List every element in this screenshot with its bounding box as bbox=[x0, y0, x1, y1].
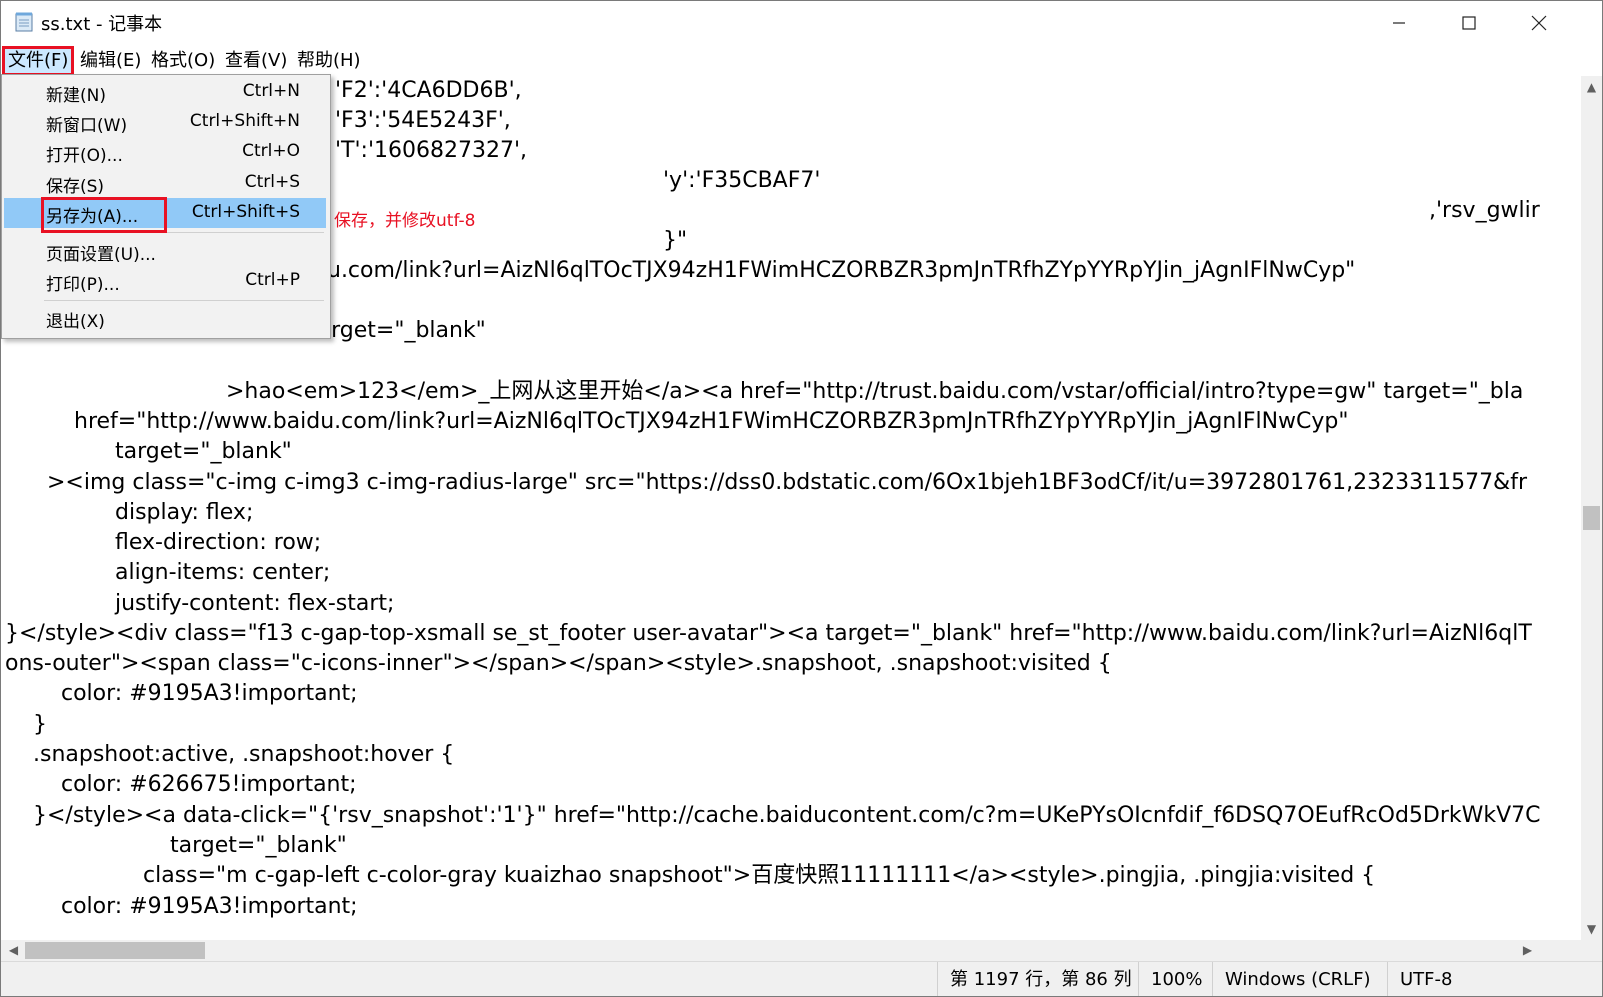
editor-line: justify-content: flex-start; bbox=[115, 591, 395, 616]
menu-item-shortcut: Ctrl+S bbox=[244, 172, 300, 192]
maximize-icon bbox=[1462, 15, 1476, 30]
status-encoding: UTF-8 bbox=[1387, 962, 1452, 996]
menu-item-new-window[interactable]: 新窗口(W) Ctrl+Shift+N bbox=[4, 107, 326, 137]
menu-separator bbox=[44, 300, 324, 301]
menu-item-label: 页面设置(U)... bbox=[46, 245, 156, 265]
editor-line: flex-direction: row; bbox=[115, 530, 322, 555]
editor-line: >hao<em>123</em>_上网从这里开始</a><a href="htt… bbox=[226, 379, 1524, 404]
annotation-note: 保存，并修改utf-8 bbox=[334, 211, 476, 231]
editor-line: class="m c-gap-left c-color-gray kuaizha… bbox=[143, 863, 1376, 888]
menu-item-exit[interactable]: 退出(X) bbox=[4, 303, 326, 333]
menu-edit[interactable]: 编辑(E) bbox=[76, 48, 145, 74]
editor-line: target="_blank" bbox=[170, 833, 347, 858]
window-title: ss.txt - 记事本 bbox=[41, 14, 163, 35]
editor-line: }" bbox=[663, 228, 688, 253]
menu-item-shortcut: Ctrl+P bbox=[245, 270, 300, 290]
menu-item-label: 打印(P)... bbox=[46, 275, 120, 295]
editor-line: 'y':'F35CBAF7' bbox=[663, 168, 821, 193]
notepad-icon bbox=[15, 12, 33, 32]
editor-line: color: #9195A3!important; bbox=[61, 681, 358, 706]
menu-item-shortcut: Ctrl+N bbox=[242, 81, 300, 101]
editor-line: color: #9195A3!important; bbox=[61, 894, 358, 919]
editor-line: ons-outer"><span class="c-icons-inner"><… bbox=[5, 651, 1112, 676]
menu-item-shortcut: Ctrl+Shift+S bbox=[191, 202, 300, 222]
close-icon bbox=[1531, 15, 1547, 30]
status-zoom: 100% bbox=[1138, 962, 1202, 996]
menu-item-print[interactable]: 打印(P)... Ctrl+P bbox=[4, 266, 326, 296]
scroll-left-icon[interactable]: ◀ bbox=[3, 943, 24, 957]
editor-line: }</style><a data-click="{'rsv_snapshot':… bbox=[33, 803, 1541, 828]
scroll-right-icon[interactable]: ▶ bbox=[1517, 943, 1538, 957]
menu-item-page-setup[interactable]: 页面设置(U)... bbox=[4, 236, 326, 266]
editor-line: } bbox=[33, 712, 47, 737]
horizontal-scrollbar[interactable]: ◀ ▶ bbox=[1, 940, 1581, 961]
editor-line: 'T':'1606827327', bbox=[335, 138, 528, 163]
highlight-box bbox=[41, 197, 167, 233]
menu-item-label: 打开(O)... bbox=[46, 146, 123, 166]
menu-bar: 文件(F) 编辑(E) 格式(O) 查看(V) 帮助(H) bbox=[1, 44, 1602, 76]
editor-line: color: #626675!important; bbox=[61, 772, 357, 797]
menu-item-shortcut: Ctrl+Shift+N bbox=[189, 111, 300, 131]
menu-item-label: 新窗口(W) bbox=[46, 116, 128, 136]
menu-file[interactable]: 文件(F) bbox=[1, 46, 75, 76]
editor-line: href="http://www.baidu.com/link?url=AizN… bbox=[74, 409, 1349, 434]
menu-item-label: 退出(X) bbox=[46, 312, 105, 332]
scroll-down-icon[interactable]: ▼ bbox=[1581, 922, 1602, 936]
editor-line: target="_blank" bbox=[115, 439, 292, 464]
maximize-button[interactable] bbox=[1434, 1, 1504, 44]
scrollbar-corner bbox=[1581, 940, 1602, 961]
status-position: 第 1197 行，第 86 列 bbox=[937, 962, 1132, 996]
menu-help[interactable]: 帮助(H) bbox=[293, 48, 365, 74]
editor-line: 'F3':'54E5243F', bbox=[335, 108, 511, 133]
scroll-up-icon[interactable]: ▲ bbox=[1581, 80, 1602, 94]
editor-line: ,'rsv_gwlir bbox=[1429, 198, 1540, 223]
menu-format[interactable]: 格式(O) bbox=[147, 48, 219, 74]
horizontal-scroll-thumb[interactable] bbox=[25, 942, 205, 959]
minimize-button[interactable] bbox=[1364, 1, 1434, 44]
menu-item-label: 新建(N) bbox=[46, 86, 106, 106]
title-bar[interactable]: ss.txt - 记事本 bbox=[1, 1, 1602, 44]
vertical-scrollbar[interactable]: ▲ ▼ bbox=[1581, 76, 1602, 940]
editor-line: u.com/link?url=AizNl6qlTOcTJX94zH1FWimHC… bbox=[327, 258, 1356, 283]
menu-view[interactable]: 查看(V) bbox=[221, 48, 291, 74]
menu-item-save[interactable]: 保存(S) Ctrl+S bbox=[4, 168, 326, 198]
menu-item-label: 保存(S) bbox=[46, 177, 105, 197]
editor-line: target="_blank" bbox=[309, 318, 486, 343]
editor-line: 'F2':'4CA6DD6B', bbox=[335, 78, 522, 103]
menu-item-shortcut: Ctrl+O bbox=[242, 141, 300, 161]
status-bar: 第 1197 行，第 86 列 100% Windows (CRLF) UTF-… bbox=[1, 961, 1602, 996]
menu-item-new[interactable]: 新建(N) Ctrl+N bbox=[4, 77, 326, 107]
status-line-ending: Windows (CRLF) bbox=[1212, 962, 1371, 996]
menu-item-open[interactable]: 打开(O)... Ctrl+O bbox=[4, 137, 326, 167]
editor-line: align-items: center; bbox=[115, 560, 331, 585]
minimize-icon bbox=[1393, 21, 1405, 24]
editor-line: .snapshoot:active, .snapshoot:hover { bbox=[33, 742, 455, 767]
close-button[interactable] bbox=[1504, 1, 1574, 44]
editor-line: ><img class="c-img c-img3 c-img-radius-l… bbox=[47, 470, 1528, 495]
editor-line: }</style><div class="f13 c-gap-top-xsmal… bbox=[5, 621, 1532, 646]
vertical-scroll-thumb[interactable] bbox=[1583, 506, 1600, 530]
notepad-window: ss.txt - 记事本 文件(F) 编辑(E) 格式(O) 查看(V) 帮助(… bbox=[0, 0, 1603, 997]
editor-line: display: flex; bbox=[115, 500, 254, 525]
